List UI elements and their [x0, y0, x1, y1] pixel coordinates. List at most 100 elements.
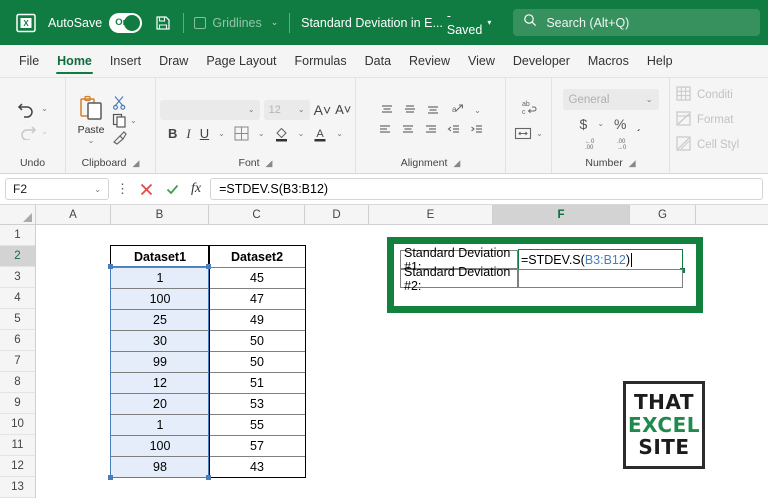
row-header-8[interactable]: 8: [0, 372, 35, 393]
tab-data[interactable]: Data: [356, 50, 400, 72]
orientation-chevron-down-icon[interactable]: ⌄: [474, 106, 481, 115]
column-header-d[interactable]: D: [305, 205, 369, 224]
range-handle-bottom-left[interactable]: [108, 475, 113, 480]
tab-review[interactable]: Review: [400, 50, 459, 72]
confirm-check-icon[interactable]: [165, 182, 180, 197]
cell-b2[interactable]: Dataset1: [111, 246, 209, 267]
align-center-icon[interactable]: [401, 124, 415, 136]
cell-styles-button[interactable]: Cell Styl: [676, 136, 739, 154]
align-middle-icon[interactable]: [403, 104, 417, 116]
conditional-formatting-button[interactable]: Conditi: [676, 86, 733, 104]
cell-b5[interactable]: 25: [111, 309, 209, 330]
alignment-dialog-launcher-icon[interactable]: ◢: [453, 158, 460, 169]
fill-color-icon[interactable]: [274, 126, 289, 142]
search-input[interactable]: Search (Alt+Q): [513, 9, 760, 36]
underline-chevron-down-icon[interactable]: ⌄: [218, 129, 225, 138]
number-format-select[interactable]: General ⌄: [563, 89, 659, 110]
italic-button[interactable]: I: [186, 126, 190, 142]
shrink-font-icon[interactable]: A˅: [335, 102, 351, 117]
borders-icon[interactable]: [234, 126, 249, 141]
tab-page-layout[interactable]: Page Layout: [197, 50, 285, 72]
paste-chevron-down-icon[interactable]: ⌄: [88, 136, 95, 145]
clipboard-dialog-launcher-icon[interactable]: ◢: [133, 158, 140, 169]
font-name-input[interactable]: ⌄: [160, 100, 260, 120]
row-header-2[interactable]: 2: [0, 246, 35, 267]
gridlines-chevron-down-icon[interactable]: ⌄: [271, 17, 279, 28]
row-header-5[interactable]: 5: [0, 309, 35, 330]
row-header-13[interactable]: 13: [0, 477, 35, 498]
range-handle-bottom-right[interactable]: [206, 475, 211, 480]
row-header-11[interactable]: 11: [0, 435, 35, 456]
currency-chevron-down-icon[interactable]: ⌄: [597, 119, 604, 128]
font-color-chevron-down-icon[interactable]: ⌄: [336, 129, 343, 138]
bold-button[interactable]: B: [168, 126, 177, 141]
column-header-e[interactable]: E: [369, 205, 493, 224]
paste-button[interactable]: Paste ⌄: [76, 94, 106, 145]
cell-c7[interactable]: 50: [209, 351, 305, 372]
percent-format-button[interactable]: %: [614, 116, 626, 132]
document-title[interactable]: Standard Deviation in E...: [301, 16, 443, 30]
cell-c10[interactable]: 55: [209, 414, 305, 435]
column-header-a[interactable]: A: [36, 205, 111, 224]
cell-c3[interactable]: 45: [209, 267, 305, 288]
tab-help[interactable]: Help: [638, 50, 682, 72]
cell-c12[interactable]: 43: [209, 456, 305, 477]
comma-format-button[interactable]: ͵: [636, 115, 641, 132]
row-header-7[interactable]: 7: [0, 351, 35, 372]
cut-icon[interactable]: [112, 95, 127, 110]
cell-c9[interactable]: 53: [209, 393, 305, 414]
formula-input[interactable]: =STDEV.S(B3:B12): [210, 178, 763, 200]
range-handle-top-left[interactable]: [108, 264, 113, 269]
column-header-f[interactable]: F: [493, 205, 630, 224]
formula-bar-more-icon[interactable]: ⋮: [116, 181, 130, 197]
gridlines-checkbox[interactable]: Gridlines: [194, 16, 261, 30]
column-header-b[interactable]: B: [111, 205, 209, 224]
tab-home[interactable]: Home: [48, 50, 101, 72]
autosave-toggle[interactable]: On: [109, 13, 141, 33]
align-left-icon[interactable]: [378, 124, 392, 136]
row-header-6[interactable]: 6: [0, 330, 35, 351]
tab-developer[interactable]: Developer: [504, 50, 579, 72]
fill-color-chevron-down-icon[interactable]: ⌄: [298, 129, 305, 138]
borders-chevron-down-icon[interactable]: ⌄: [258, 129, 265, 138]
select-all-corner[interactable]: [0, 205, 36, 224]
cell-c5[interactable]: 49: [209, 309, 305, 330]
cell-b3[interactable]: 1: [111, 267, 209, 288]
format-as-table-button[interactable]: Format: [676, 111, 733, 129]
undo-icon[interactable]: [17, 100, 37, 118]
row-header-9[interactable]: 9: [0, 393, 35, 414]
tab-file[interactable]: File: [10, 50, 48, 72]
row-header-3[interactable]: 3: [0, 267, 35, 288]
cell-b4[interactable]: 100: [111, 288, 209, 309]
copy-chevron-down-icon[interactable]: ⌄: [130, 116, 137, 125]
cell-b8[interactable]: 12: [111, 372, 209, 393]
row-header-4[interactable]: 4: [0, 288, 35, 309]
increase-decimal-icon[interactable]: .00→0: [617, 137, 637, 150]
font-dialog-launcher-icon[interactable]: ◢: [266, 158, 273, 169]
align-bottom-icon[interactable]: [426, 104, 440, 116]
tab-insert[interactable]: Insert: [101, 50, 150, 72]
cell-b10[interactable]: 1: [111, 414, 209, 435]
column-header-g[interactable]: G: [630, 205, 696, 224]
merge-center-icon[interactable]: [514, 126, 532, 141]
row-header-10[interactable]: 10: [0, 414, 35, 435]
wrap-text-icon[interactable]: abc: [519, 99, 539, 117]
cell-c8[interactable]: 51: [209, 372, 305, 393]
tab-draw[interactable]: Draw: [150, 50, 197, 72]
cell-c11[interactable]: 57: [209, 435, 305, 456]
save-icon[interactable]: [154, 14, 172, 32]
insert-function-icon[interactable]: fx: [191, 181, 201, 197]
format-painter-icon[interactable]: [112, 131, 128, 145]
cell-c6[interactable]: 50: [209, 330, 305, 351]
decrease-decimal-icon[interactable]: ←0.00: [585, 137, 605, 150]
cell-b12[interactable]: 98: [111, 456, 209, 477]
cell-b6[interactable]: 30: [111, 330, 209, 351]
align-top-icon[interactable]: [380, 104, 394, 116]
tab-macros[interactable]: Macros: [579, 50, 638, 72]
cell-f2-formula[interactable]: =STDEV.S(B3:B12): [518, 249, 683, 270]
underline-button[interactable]: U: [200, 126, 209, 141]
range-handle-top-right[interactable]: [206, 264, 211, 269]
row-header-12[interactable]: 12: [0, 456, 35, 477]
cell-f3-value[interactable]: [518, 269, 683, 288]
currency-format-button[interactable]: $: [580, 116, 588, 132]
